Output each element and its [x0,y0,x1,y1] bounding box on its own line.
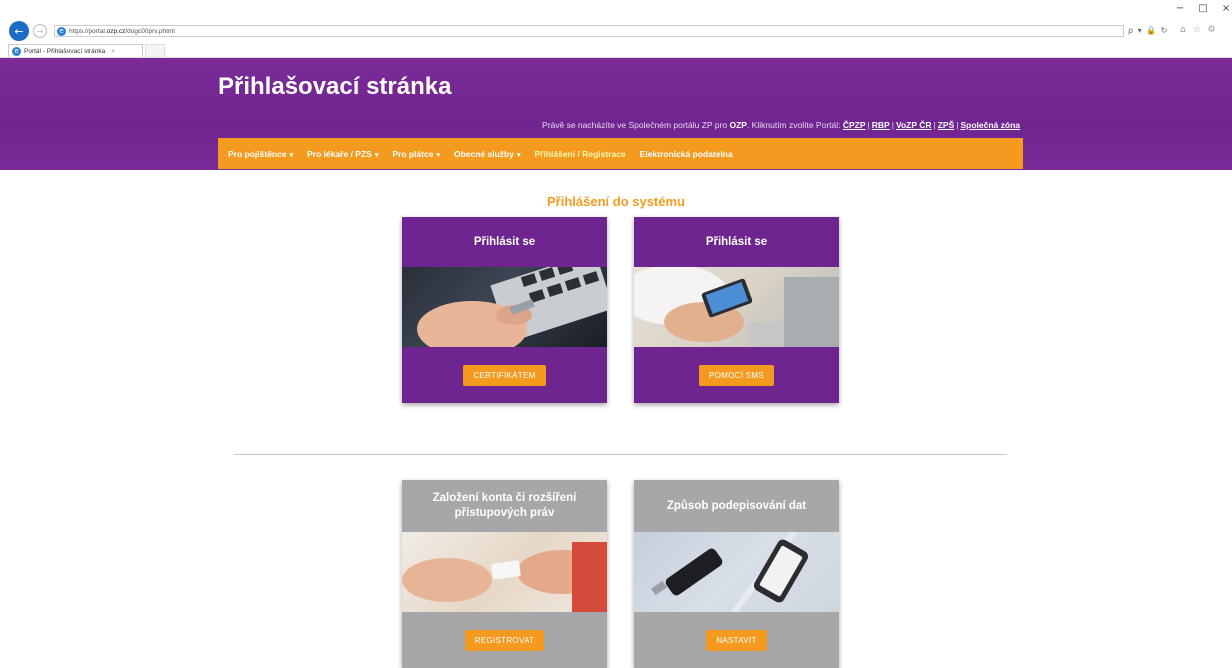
browser-tab[interactable]: e Portál - Přihlašovací stránka × [8,44,143,57]
address-bar[interactable]: e https://portal. ozp.cz/dogc00prv.phtml [54,25,1124,37]
info-middle: . Kliknutím zvolíte Portál: [746,120,841,130]
address-tools[interactable]: ρ ▾ 🔒 ↻ [1128,26,1168,35]
toolbar-icons[interactable]: ⌂ ☆ ⚙ [1180,25,1218,35]
login-sms-card: Přihlásit se POMOCÍ SMS [634,217,839,403]
portal-link-vozp[interactable]: VoZP ČR [896,120,932,130]
usb-and-phone-image [634,532,839,612]
portal-link-spolecna-zona[interactable]: Společná zóna [960,120,1020,130]
tab-ie-icon: e [12,46,21,56]
register-button[interactable]: REGISTROVAT [464,629,545,651]
info-org: OZP [729,120,747,130]
card-footer: REGISTROVAT [402,612,607,668]
tab-title: Portál - Přihlašovací stránka [24,47,106,55]
url-path: /dogc00prv.phtml [125,27,175,35]
card-title: Způsob podepisování dat [634,480,839,532]
chevron-down-icon: ▾ [436,151,440,159]
new-tab-button[interactable] [145,44,165,57]
portal-link-zps[interactable]: ZPŠ [938,120,955,130]
info-prefix: Právě se nacházíte ve Společném portálu … [542,120,728,130]
card-title: Založení konta či rozšíření přístupových… [402,480,607,532]
back-button[interactable]: ← [9,21,29,41]
chevron-down-icon: ▾ [289,151,294,159]
registration-card: Založení konta či rozšíření přístupových… [402,480,607,668]
portal-info-line: Právě se nacházíte ve Společném portálu … [542,120,1020,130]
forward-button[interactable]: → [33,24,47,38]
url-domain: ozp.cz [106,27,126,35]
portal-link-cpzp[interactable]: ČPZP [843,120,866,130]
menu-item-lekare[interactable]: Pro lékaře / PZS ▾ [307,149,378,159]
close-window-icon[interactable]: × [1222,3,1230,14]
settings-button[interactable]: NASTAVIT [706,629,767,651]
certificate-login-button[interactable]: CERTIFIKÁTEM [463,364,546,386]
chevron-down-icon: ▾ [516,151,521,159]
menu-item-podatelna[interactable]: Elektronická podatelna [640,149,733,159]
menu-item-platce[interactable]: Pro plátce ▾ [392,149,440,159]
main-menu: Pro pojištěnce ▾ Pro lékaře / PZS ▾ Pro pl… [218,138,1023,169]
signing-method-card: Způsob podepisování dat NASTAVIT [634,480,839,668]
ie-icon: e [57,26,66,36]
browser-chrome: − □ × ← → e https://portal. ozp.cz/dogc00… [0,0,1232,58]
section-divider [234,454,1007,455]
maximize-icon[interactable]: □ [1198,3,1207,14]
card-handover-image [402,532,607,612]
usb-keyboard-image [402,267,607,347]
login-certificate-card: Přihlásit se CERTIFIKÁTEM [402,217,607,403]
menu-item-pojistence[interactable]: Pro pojištěnce ▾ [228,149,293,159]
section-title: Přihlášení do systému [547,194,685,209]
phone-hand-image [634,267,839,347]
window-controls: − □ × [1176,3,1230,14]
page-title: Přihlašovací stránka [218,73,452,100]
sms-login-button[interactable]: POMOCÍ SMS [698,364,774,386]
card-title: Přihlásit se [634,217,839,267]
card-footer: NASTAVIT [634,612,839,668]
card-title: Přihlásit se [402,217,607,267]
menu-item-obecne-sluzby[interactable]: Obecné služby ▾ [454,149,521,159]
portal-link-rbp[interactable]: RBP [872,120,890,130]
menu-item-prihlaseni[interactable]: Přihlášení / Registrace [534,149,625,159]
url-prefix: https://portal. [69,27,107,35]
card-footer: CERTIFIKÁTEM [402,347,607,403]
chevron-down-icon: ▾ [374,151,379,159]
minimize-icon[interactable]: − [1176,3,1184,14]
card-footer: POMOCÍ SMS [634,347,839,403]
tab-close-icon[interactable]: × [111,48,115,55]
site-header: Přihlašovací stránka Právě se nacházíte … [0,58,1232,170]
